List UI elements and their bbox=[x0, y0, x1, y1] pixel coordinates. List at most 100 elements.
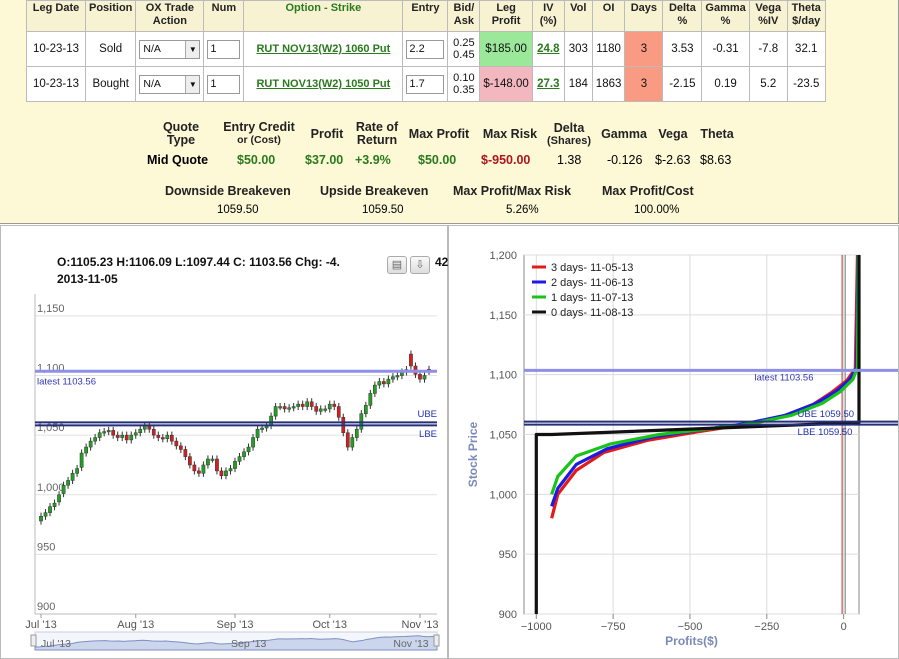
candle bbox=[61, 484, 66, 494]
trade-action[interactable]: N/A ▼ bbox=[135, 66, 205, 102]
vega-value: $-2.63 bbox=[655, 153, 691, 167]
candle bbox=[174, 440, 179, 447]
candle bbox=[287, 407, 291, 410]
candle bbox=[129, 434, 134, 441]
gamma: 0.19 bbox=[701, 66, 750, 102]
candle bbox=[165, 434, 170, 439]
column-header: Delta % bbox=[662, 0, 703, 32]
navigator-label: Jul '13 bbox=[41, 638, 71, 650]
iv-link[interactable]: 27.3 bbox=[537, 78, 559, 90]
candle bbox=[305, 401, 310, 407]
column-header: Vega %IV bbox=[748, 0, 788, 32]
candle bbox=[309, 401, 314, 407]
candle bbox=[215, 458, 219, 472]
x-tick-label: −500 bbox=[678, 621, 703, 633]
candle bbox=[296, 403, 301, 407]
y-tick-label: 1,050 bbox=[489, 430, 517, 442]
candle bbox=[314, 406, 319, 412]
trade-action-select[interactable]: N/A ▼ bbox=[139, 39, 201, 59]
leg-row: 10-23-13 Bought N/A ▼ 1 RUT NOV13(W2) 1050 Pu… bbox=[26, 66, 826, 102]
iv[interactable]: 27.3 bbox=[531, 66, 565, 102]
candle bbox=[70, 473, 75, 481]
profit-value: $37.00 bbox=[305, 153, 344, 167]
x-tick-label: Aug '13 bbox=[117, 619, 154, 631]
x-tick-label: Sep '13 bbox=[217, 619, 254, 631]
trade-action[interactable]: N/A ▼ bbox=[135, 31, 205, 67]
days: 3 bbox=[624, 66, 664, 102]
option-strike[interactable]: RUT NOV13(W2) 1050 Put bbox=[243, 66, 404, 102]
risk-graph-panel: ▤ ⇩ 9009501,0001,0501,1001,1501,200−1000… bbox=[448, 225, 899, 659]
num[interactable]: 1 bbox=[203, 31, 245, 67]
x-tick-label: −750 bbox=[601, 621, 626, 633]
leg-date: 10-23-13 bbox=[26, 66, 86, 102]
num-input[interactable]: 1 bbox=[207, 39, 241, 59]
candle bbox=[169, 434, 174, 442]
delta-header: Delta (Shares) bbox=[546, 121, 592, 148]
chevron-down-icon: ▼ bbox=[185, 75, 200, 93]
column-header: Bid/ Ask bbox=[447, 0, 481, 32]
trade-action-select[interactable]: N/A ▼ bbox=[139, 74, 201, 94]
entry[interactable]: 2.2 bbox=[402, 31, 449, 67]
column-header: OX Trade Action bbox=[135, 0, 205, 32]
candle bbox=[386, 378, 391, 385]
iv[interactable]: 24.8 bbox=[531, 31, 565, 67]
vega: -7.8 bbox=[748, 31, 788, 67]
candle bbox=[251, 437, 255, 448]
x-tick-label: Jul '13 bbox=[25, 619, 56, 631]
candle bbox=[115, 434, 120, 438]
y-tick-label: 950 bbox=[499, 549, 517, 561]
entry[interactable]: 1.7 bbox=[402, 66, 449, 102]
candle bbox=[260, 427, 264, 430]
leg-profit: $-148.00 bbox=[479, 66, 533, 102]
chevron-down-icon: ▼ bbox=[185, 40, 200, 58]
theta: 32.1 bbox=[786, 31, 826, 67]
vega-header: Vega bbox=[658, 127, 688, 141]
entry-input[interactable]: 1.7 bbox=[406, 74, 445, 94]
option-link[interactable]: RUT NOV13(W2) 1050 Put bbox=[256, 78, 390, 90]
num-input[interactable]: 1 bbox=[207, 74, 241, 94]
candle bbox=[66, 480, 70, 486]
downside-breakeven-value: 1059.50 bbox=[217, 204, 259, 216]
breakeven-summary: Downside Breakeven Upside Breakeven Max … bbox=[160, 185, 720, 221]
gamma-header: Gamma bbox=[601, 127, 647, 141]
candle bbox=[345, 432, 350, 448]
column-header: Option - Strike bbox=[243, 0, 404, 32]
volume: 303 bbox=[563, 31, 593, 67]
price-chart: 9009501,0001,0501,1001,150Jul '13 Aug '13… bbox=[25, 294, 440, 651]
candle bbox=[197, 470, 201, 474]
candle bbox=[228, 468, 233, 472]
ube-label: UBE bbox=[417, 409, 437, 420]
candle bbox=[79, 452, 84, 468]
volume: 184 bbox=[563, 66, 593, 102]
y-tick-label: 1,100 bbox=[489, 370, 517, 382]
upside-breakeven-value: 1059.50 bbox=[362, 204, 404, 216]
candle bbox=[269, 415, 273, 426]
entry-input[interactable]: 2.2 bbox=[406, 39, 445, 59]
y-tick-label: 1,000 bbox=[489, 489, 517, 501]
candle bbox=[48, 506, 52, 513]
option-strike[interactable]: RUT NOV13(W2) 1060 Put bbox=[243, 31, 404, 67]
y-axis-title: Stock Price bbox=[466, 421, 480, 487]
candle bbox=[255, 428, 260, 438]
column-header: Leg Profit bbox=[479, 0, 533, 32]
ube-label: UBE 1059.50 bbox=[798, 409, 855, 420]
candle bbox=[39, 515, 43, 522]
candle bbox=[97, 432, 102, 438]
candle bbox=[373, 384, 377, 394]
candle bbox=[363, 405, 368, 414]
candle bbox=[327, 403, 332, 410]
iv-link[interactable]: 24.8 bbox=[537, 43, 559, 55]
column-header: Vol bbox=[563, 0, 593, 32]
y-tick-label: 900 bbox=[499, 609, 517, 621]
candle bbox=[84, 446, 88, 454]
num[interactable]: 1 bbox=[203, 66, 245, 102]
quote-type-value: Mid Quote bbox=[147, 153, 209, 167]
delta: -2.15 bbox=[662, 66, 703, 102]
leg-row: 10-23-13 Sold N/A ▼ 1 RUT NOV13(W2) 1060 Put 2… bbox=[26, 31, 826, 67]
column-header: Num bbox=[203, 0, 245, 32]
quote-summary: Quote Type Entry Credit or (Cost) Profit … bbox=[145, 121, 745, 171]
candle bbox=[183, 449, 188, 457]
risk-graph: 900 950 1,000 1,050 1,100 1,150 1,200 −1000 −750… bbox=[466, 250, 898, 648]
column-header: Leg Date bbox=[26, 0, 86, 32]
option-link[interactable]: RUT NOV13(W2) 1060 Put bbox=[256, 43, 390, 55]
